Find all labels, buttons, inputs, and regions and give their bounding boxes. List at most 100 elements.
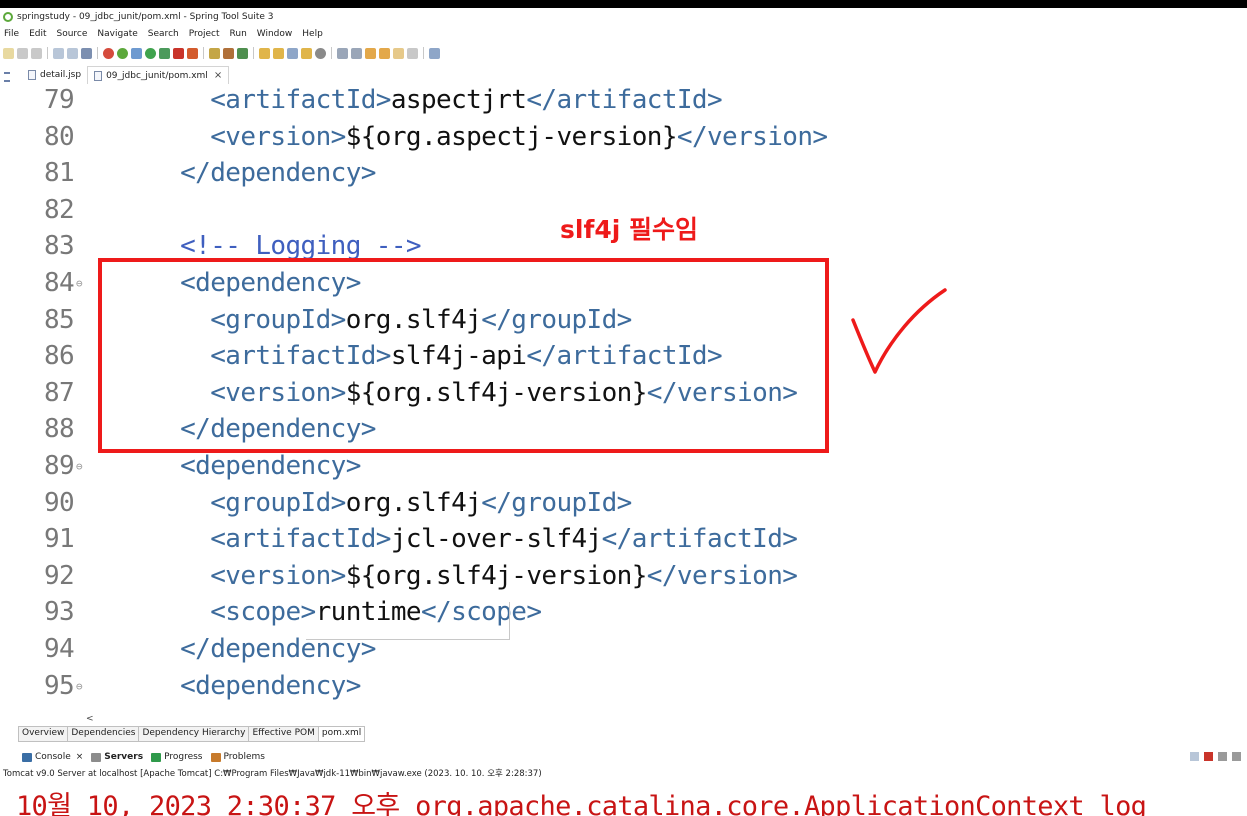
tab-dependencies[interactable]: Dependencies [67, 726, 140, 742]
xml-tag: <version> [210, 560, 346, 591]
open-folder-icon[interactable] [259, 47, 270, 59]
xml-tag: <version> [210, 121, 346, 152]
window-titlebar: springstudy - 09_jdbc_junit/pom.xml - Sp… [0, 8, 1247, 25]
menu-run[interactable]: Run [230, 29, 247, 39]
tab-pom-xml[interactable]: 09_jdbc_junit/pom.xml × [87, 66, 230, 84]
code-line[interactable]: 95 ⊖ <dependency> [14, 668, 1247, 705]
forward-icon[interactable] [393, 47, 404, 59]
terminal-icon[interactable] [81, 47, 92, 59]
progress-icon [151, 752, 162, 762]
tab-overview[interactable]: Overview [18, 726, 69, 742]
toolbar-separator [203, 47, 204, 59]
code-line[interactable]: 81 </dependency> [14, 155, 1247, 192]
tab-problems-label: Problems [223, 752, 265, 762]
xml-tag: <dependency> [180, 670, 361, 701]
scroll-left-icon[interactable]: < [86, 714, 94, 724]
tab-dependency-hierarchy[interactable]: Dependency Hierarchy [138, 726, 250, 742]
tab-console-label: Console [35, 752, 71, 762]
tab-progress-label: Progress [164, 752, 203, 762]
save-all-icon[interactable] [31, 47, 42, 59]
servers-icon [91, 752, 102, 762]
open-perspective-icon[interactable] [429, 47, 440, 59]
pin-console-icon[interactable] [1190, 752, 1199, 761]
menu-help[interactable]: Help [302, 29, 323, 39]
tab-pom-xml-source[interactable]: pom.xml [317, 726, 366, 742]
menu-navigate[interactable]: Navigate [97, 29, 137, 39]
new-class-icon[interactable] [237, 47, 248, 59]
new-file-icon[interactable] [3, 47, 14, 59]
print-icon[interactable] [53, 47, 64, 59]
menu-source[interactable]: Source [57, 29, 88, 39]
edit-icon[interactable] [287, 47, 298, 59]
menu-project[interactable]: Project [189, 29, 220, 39]
code-line[interactable]: 91 <artifactId>jcl-over-slf4j</artifactI… [14, 521, 1247, 558]
tab-label: 09_jdbc_junit/pom.xml [106, 70, 208, 81]
line-number: 91 [44, 524, 75, 555]
forward-disabled-icon[interactable] [407, 47, 418, 59]
open-type-icon[interactable] [67, 47, 78, 59]
red-checkmark-annotation [851, 288, 947, 374]
menu-window[interactable]: Window [257, 29, 293, 39]
search-folder-icon[interactable] [301, 47, 312, 59]
stop-server-icon[interactable] [173, 47, 184, 59]
new-java-project-icon[interactable] [209, 47, 220, 59]
line-number: 80 [44, 121, 75, 152]
tab-label: detail.jsp [40, 70, 82, 80]
code-line[interactable]: 90 <groupId>org.slf4j</groupId> [14, 485, 1247, 522]
tab-effective-pom[interactable]: Effective POM [248, 726, 319, 742]
open-task-icon[interactable] [273, 47, 284, 59]
code-line[interactable]: 94 </dependency> [14, 631, 1247, 668]
line-number: 82 [44, 194, 75, 225]
code-line[interactable]: 79 <artifactId>aspectjrt</artifactId> [14, 86, 1247, 119]
line-number: 93 [44, 597, 75, 628]
fold-marker-icon[interactable]: ⊖ [76, 668, 83, 705]
terminate-icon[interactable] [1204, 752, 1213, 761]
previous-annotation-icon[interactable] [351, 47, 362, 59]
new-package-icon[interactable] [223, 47, 234, 59]
fold-marker-icon[interactable]: ⊖ [76, 448, 83, 485]
window-title: springstudy - 09_jdbc_junit/pom.xml - Sp… [17, 11, 274, 22]
close-icon[interactable]: × [76, 752, 84, 762]
tab-progress[interactable]: Progress [151, 752, 203, 762]
console-icon [22, 752, 32, 762]
last-edit-icon[interactable] [365, 47, 376, 59]
code-line[interactable]: 80 <version>${org.aspectj-version}</vers… [14, 119, 1247, 156]
tab-detail-jsp[interactable]: detail.jsp [22, 66, 87, 84]
remove-launch-icon[interactable] [1218, 752, 1227, 761]
editor-tabs: detail.jsp 09_jdbc_junit/pom.xml × [0, 64, 1247, 84]
code-text: <version>${org.slf4j-version}</version> [150, 558, 798, 595]
save-icon[interactable] [17, 47, 28, 59]
run-icon[interactable] [145, 47, 156, 59]
next-annotation-icon[interactable] [337, 47, 348, 59]
stop-icon[interactable] [103, 47, 114, 59]
console-log-line: 10월 10, 2023 2:30:37 오후 org.apache.catal… [16, 791, 1147, 816]
top-black-bar [0, 0, 1247, 8]
code-line[interactable]: 92 <version>${org.slf4j-version}</versio… [14, 558, 1247, 595]
menu-search[interactable]: Search [148, 29, 179, 39]
fold-marker-icon[interactable]: ⊖ [76, 265, 83, 302]
line-number: 81 [44, 158, 75, 189]
remove-all-icon[interactable] [1232, 752, 1241, 761]
line-number: 92 [44, 560, 75, 591]
code-line[interactable]: 89 ⊖ <dependency> [14, 448, 1247, 485]
tab-problems[interactable]: Problems [210, 752, 265, 762]
server-icon[interactable] [187, 47, 198, 59]
jsp-file-icon [28, 70, 36, 80]
run-external-icon[interactable] [159, 47, 170, 59]
xml-comment: <!-- Logging --> [180, 231, 421, 262]
code-text: </dependency> [150, 155, 376, 192]
tab-servers[interactable]: Servers [91, 752, 143, 762]
menu-file[interactable]: File [4, 29, 19, 39]
annotation-icon[interactable] [315, 47, 326, 59]
debug-icon[interactable] [131, 47, 142, 59]
tab-servers-label: Servers [104, 752, 144, 762]
close-icon[interactable]: × [214, 70, 222, 81]
spring-icon[interactable] [117, 47, 128, 59]
menu-edit[interactable]: Edit [29, 29, 46, 39]
back-icon[interactable] [379, 47, 390, 59]
handwritten-annotation: slf4j 필수임 [560, 215, 698, 244]
tab-console[interactable]: Console × [22, 752, 83, 762]
xml-tag: <groupId> [210, 487, 346, 518]
toolbar-separator [253, 47, 254, 59]
code-line[interactable]: 93 <scope>runtime</scope> [14, 594, 1247, 631]
